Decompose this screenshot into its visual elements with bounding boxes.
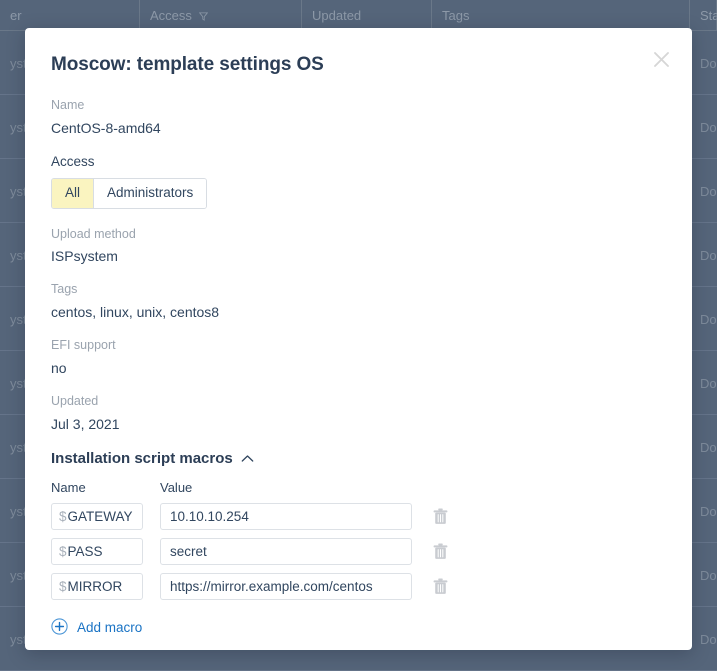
trash-icon-glyph — [433, 508, 447, 524]
dollar-prefix: $ — [59, 578, 67, 594]
table-cell-status: Do — [700, 567, 717, 583]
macros-section-title: Installation script macros — [51, 449, 233, 467]
trash-icon-glyph — [433, 543, 447, 559]
macro-row: $ PASS secret — [51, 537, 662, 565]
macro-name-input[interactable]: $ GATEWAY — [51, 502, 143, 530]
table-column-header-label: Tags — [442, 8, 470, 23]
macro-value-input[interactable]: https://mirror.example.com/centos — [160, 572, 412, 600]
dollar-prefix: $ — [59, 543, 67, 559]
macro-name-input[interactable]: $ PASS — [51, 537, 143, 565]
field-label-name: Name — [51, 98, 85, 112]
field-value-upload-method: ISPsystem — [51, 248, 118, 265]
field-value-name: CentOS-8-amd64 — [51, 119, 161, 136]
macros-section-header[interactable]: Installation script macros — [51, 450, 662, 467]
filter-icon[interactable] — [198, 12, 208, 21]
table-column-header-label: er — [10, 8, 22, 23]
table-column-header[interactable]: Updated — [302, 0, 432, 31]
macro-value-text: https://mirror.example.com/centos — [170, 578, 373, 594]
plus-circle-icon-glyph — [51, 618, 68, 635]
macro-name-input[interactable]: $ MIRROR — [51, 572, 143, 600]
add-macro-button[interactable]: Add macro — [51, 618, 142, 638]
close-icon[interactable] — [644, 42, 678, 76]
close-icon-glyph — [653, 51, 669, 67]
table-cell-status: Do — [700, 631, 717, 647]
dollar-prefix: $ — [59, 508, 67, 524]
macro-row: $ GATEWAY 10.10.10.254 — [51, 502, 662, 530]
macro-value-text: secret — [170, 543, 207, 559]
field-value-updated: Jul 3, 2021 — [51, 415, 120, 432]
page-title: Moscow: template settings OS — [51, 54, 324, 75]
trash-icon[interactable] — [431, 506, 449, 526]
macro-name-value: PASS — [67, 543, 103, 559]
macro-row: $ MIRROR https://mirror.example.com/centos — [51, 572, 662, 600]
chevron-up-icon-glyph — [241, 455, 254, 462]
table-cell-status: Do — [700, 439, 717, 455]
table-column-header-label: Sta — [700, 8, 717, 23]
trash-icon[interactable] — [431, 541, 449, 561]
macro-name-value: MIRROR — [67, 578, 123, 594]
trash-icon[interactable] — [431, 576, 449, 596]
macro-name-value: GATEWAY — [67, 508, 133, 524]
macro-value-input[interactable]: 10.10.10.254 — [160, 502, 412, 530]
field-label-updated: Updated — [51, 394, 99, 408]
macros-column-headers: Name Value — [51, 480, 662, 495]
table-column-header[interactable]: er — [0, 0, 140, 31]
access-option-administrators[interactable]: Administrators — [93, 178, 207, 208]
template-settings-dialog: Moscow: template settings OS Name CentOS… — [25, 28, 692, 650]
field-label-access: Access — [51, 153, 95, 169]
table-cell-status: Do — [700, 311, 717, 327]
table-cell-status: Do — [700, 119, 717, 135]
macro-value-input[interactable]: secret — [160, 537, 412, 565]
add-macro-label: Add macro — [77, 620, 143, 636]
table-column-header-label: Access — [150, 8, 192, 23]
access-option-all[interactable]: All — [52, 178, 94, 208]
plus-circle-icon — [51, 618, 68, 638]
table-cell-status: Do — [700, 55, 717, 71]
field-value-efi-support: no — [51, 359, 67, 376]
macro-value-text: 10.10.10.254 — [170, 508, 249, 524]
table-column-header[interactable]: Tags — [432, 0, 690, 31]
macros-list: $ GATEWAY 10.10.10.254 $ PASS secret $ MIRROR ht… — [51, 502, 662, 600]
table-cell-status: Do — [700, 375, 717, 391]
field-label-efi-support: EFI support — [51, 338, 116, 353]
chevron-up-icon[interactable] — [241, 450, 254, 467]
macros-col-value: Value — [160, 479, 193, 495]
table-column-header[interactable]: Sta — [690, 0, 717, 31]
field-value-tags: centos, linux, unix, centos8 — [51, 304, 220, 320]
macros-col-name: Name — [51, 479, 86, 495]
field-label-tags: Tags — [51, 282, 78, 297]
field-label-upload-method: Upload method — [51, 226, 136, 241]
table-column-header-label: Updated — [312, 8, 362, 23]
table-cell-status: Do — [700, 183, 717, 199]
access-segmented-control: All Administrators — [51, 177, 208, 209]
table-column-header[interactable]: Access — [140, 0, 302, 31]
table-cell-status: Do — [700, 503, 717, 519]
trash-icon-glyph — [433, 578, 447, 594]
table-cell-status: Do — [700, 247, 717, 263]
